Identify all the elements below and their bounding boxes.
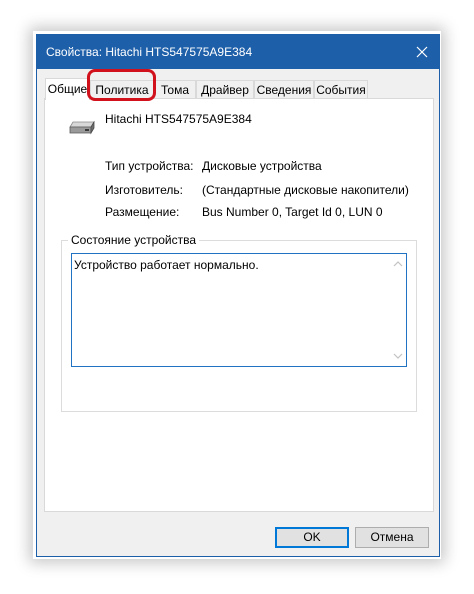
close-button[interactable] bbox=[405, 35, 439, 69]
hard-drive-icon bbox=[69, 120, 95, 138]
manufacturer-label: Изготовитель: bbox=[105, 183, 183, 197]
ok-button[interactable]: OK bbox=[275, 527, 349, 548]
close-icon bbox=[416, 46, 428, 58]
device-name: Hitachi HTS547575A9E384 bbox=[105, 112, 252, 126]
location-label: Размещение: bbox=[105, 205, 180, 219]
tab-volumes[interactable]: Тома bbox=[154, 80, 196, 98]
device-status-text: Устройство работает нормально. bbox=[74, 258, 259, 272]
general-tab-panel: Hitachi HTS547575A9E384 Тип устройства: … bbox=[44, 98, 434, 512]
tab-strip: Общие Политика Тома Драйвер Сведения Соб… bbox=[45, 78, 435, 100]
title-bar[interactable]: Свойства: Hitachi HTS547575A9E384 bbox=[37, 35, 439, 69]
tab-events[interactable]: События bbox=[314, 80, 368, 98]
location-value: Bus Number 0, Target Id 0, LUN 0 bbox=[202, 205, 383, 219]
device-status-group: Состояние устройства Устройство работает… bbox=[61, 233, 417, 412]
properties-dialog: Свойства: Hitachi HTS547575A9E384 Общие … bbox=[36, 34, 440, 557]
tab-details[interactable]: Сведения bbox=[254, 80, 314, 98]
tab-policy[interactable]: Политика bbox=[90, 80, 154, 98]
scroll-up-icon[interactable] bbox=[393, 259, 403, 269]
status-scrollbar[interactable] bbox=[390, 254, 406, 366]
scroll-down-icon[interactable] bbox=[393, 351, 403, 361]
device-status-legend: Состояние устройства bbox=[68, 233, 200, 247]
device-status-textbox[interactable]: Устройство работает нормально. bbox=[71, 253, 407, 367]
window-title: Свойства: Hitachi HTS547575A9E384 bbox=[46, 45, 253, 59]
manufacturer-value: (Стандартные дисковые накопители) bbox=[202, 183, 409, 197]
cancel-button[interactable]: Отмена bbox=[355, 527, 429, 548]
device-type-value: Дисковые устройства bbox=[202, 159, 322, 173]
device-type-label: Тип устройства: bbox=[105, 159, 194, 173]
tab-general[interactable]: Общие bbox=[45, 78, 90, 100]
tab-driver[interactable]: Драйвер bbox=[196, 80, 254, 98]
